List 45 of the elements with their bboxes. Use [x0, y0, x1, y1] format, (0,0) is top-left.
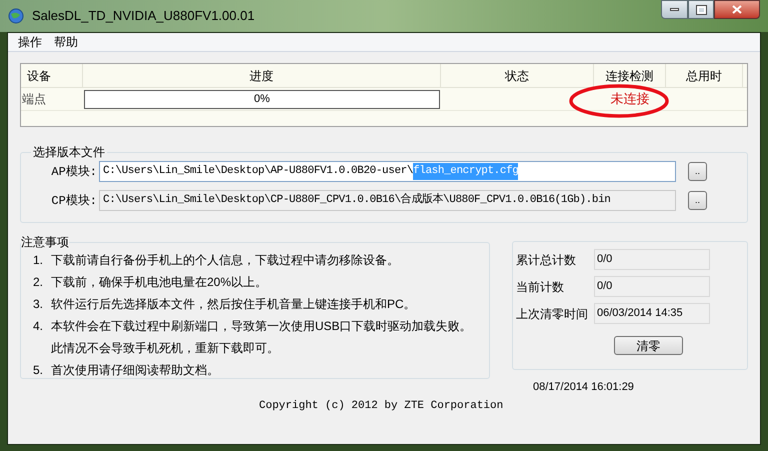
group-title: 注意事项 [21, 234, 69, 251]
column-header: 连接检测 [594, 64, 666, 87]
note-text: 此情况不会导致手机死机，重新下载即可。 [51, 340, 280, 357]
stat-label: 累计总计数 [516, 252, 577, 268]
note-text: 下载前，确保手机电池电量在20%以上。 [51, 274, 268, 291]
group-title: 选择版本文件 [32, 144, 106, 161]
stat-field: 0/0 [594, 249, 710, 270]
stat-field: 0/0 [594, 276, 710, 297]
menu-item[interactable]: 操作 [12, 33, 48, 51]
table-cell-text: 未连接 [610, 90, 650, 108]
list-number: 4. [33, 318, 44, 335]
note-text: 首次使用请仔细阅读帮助文档。 [51, 362, 219, 379]
list-number: 2. [33, 274, 44, 291]
reset-button[interactable]: 清零 [614, 336, 683, 355]
stat-field: 06/03/2014 14:35 [594, 303, 710, 324]
note-text: 下载前请自行备份手机上的个人信息，下载过程中请勿移除设备。 [51, 252, 399, 269]
close-icon [732, 5, 742, 14]
column-header: 总用时 [666, 64, 743, 87]
globe-icon [8, 8, 24, 24]
menu-item[interactable]: 帮助 [48, 33, 84, 51]
note-text: 本软件会在下载过程中刷新端口，导致第一次使用USB口下载时驱动加载失败。 [51, 318, 472, 335]
minimize-button[interactable] [661, 0, 688, 19]
field-label: CP模块: [50, 192, 98, 210]
list-number: 1. [33, 252, 44, 269]
window-title: SalesDL_TD_NVIDIA_U880FV1.00.01 [32, 7, 255, 26]
stat-label: 当前计数 [516, 278, 565, 296]
file-path-field[interactable]: C:\Users\Lin_Smile\Desktop\CP-U880F_CPV1.0.0B16\合成版本\U880F_CPV1.0.0B16(1Gb).bin [99, 190, 676, 211]
browse-button[interactable]: .. [688, 162, 707, 181]
stat-label: 上次清零时间 [516, 306, 589, 322]
field-label: AP模块: [50, 164, 98, 180]
maximize-button[interactable] [688, 0, 714, 19]
list-number: 3. [33, 296, 44, 313]
column-header: 进度 [83, 64, 441, 87]
column-header: 状态 [441, 64, 594, 87]
table-cell-text: 端点 [21, 91, 47, 108]
file-path-field[interactable]: C:\Users\Lin_Smile\Desktop\AP-U880FV1.0.0B20-user\flash_encrypt.cfg [99, 161, 676, 182]
clock-text: 08/17/2014 16:01:29 [533, 380, 635, 395]
close-button[interactable] [714, 0, 760, 19]
list-number: 5. [33, 362, 44, 379]
progress-text: 0% [254, 92, 270, 107]
copyright-text: Copyright (c) 2012 by ZTE Corporation [259, 398, 504, 414]
column-header: 设备 [21, 64, 83, 87]
selected-text: flash_encrypt.cfg [413, 163, 518, 180]
browse-button[interactable]: .. [688, 191, 707, 210]
note-text: 软件运行后先选择版本文件，然后按住手机音量上键连接手机和PC。 [51, 296, 416, 313]
